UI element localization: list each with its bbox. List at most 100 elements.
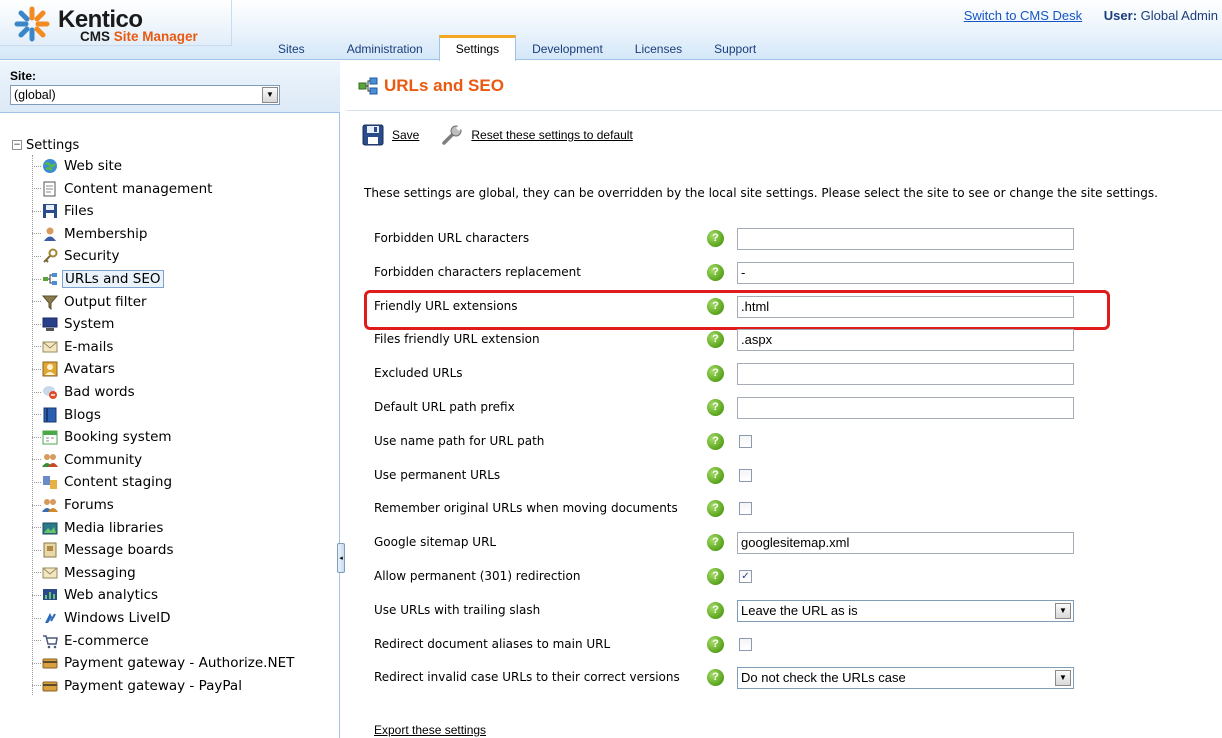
chevron-down-icon[interactable]: ▼ bbox=[262, 87, 278, 103]
setting-text-input[interactable] bbox=[737, 397, 1074, 419]
tree-item[interactable]: Windows LiveID bbox=[32, 607, 173, 629]
logo-subtitle: CMS Site Manager bbox=[80, 29, 198, 44]
help-icon[interactable]: ? bbox=[707, 534, 724, 552]
help-icon[interactable]: ? bbox=[707, 432, 724, 450]
tree-item-label: Message boards bbox=[64, 542, 174, 559]
tree-connector bbox=[32, 685, 41, 687]
save-button[interactable]: Save bbox=[362, 124, 419, 146]
setting-select[interactable]: Leave the URL as is ▼ bbox=[737, 599, 1074, 622]
save-label: Save bbox=[392, 128, 420, 142]
settings-content: URLs and SEO Save Reset these settings t… bbox=[346, 61, 1222, 738]
setting-row: Redirect document aliases to main URL? bbox=[364, 631, 1204, 659]
site-selector-box: Site: (global) ▼ bbox=[0, 61, 340, 113]
reset-defaults-button[interactable]: Reset these settings to default bbox=[441, 124, 633, 146]
tab-settings[interactable]: Settings bbox=[438, 35, 517, 61]
funnel-icon bbox=[41, 294, 59, 310]
tree-item[interactable]: Security bbox=[32, 245, 121, 267]
help-icon[interactable]: ? bbox=[707, 365, 724, 383]
setting-select[interactable]: Do not check the URLs case ▼ bbox=[737, 667, 1074, 690]
tab-administration[interactable]: Administration bbox=[331, 38, 439, 60]
help-icon[interactable]: ? bbox=[707, 230, 724, 247]
site-select[interactable]: (global) ▼ bbox=[10, 85, 280, 105]
setting-label: Google sitemap URL bbox=[374, 535, 497, 550]
tree-item-label: Content staging bbox=[64, 474, 173, 491]
tree-item[interactable]: URLs and SEO bbox=[32, 268, 164, 290]
setting-checkbox[interactable] bbox=[739, 468, 752, 482]
tree-item-label: Media libraries bbox=[64, 519, 164, 536]
setting-text-input[interactable]: .aspx bbox=[737, 329, 1074, 352]
sitemap-icon bbox=[358, 77, 378, 95]
chevron-down-icon[interactable]: ▼ bbox=[1055, 670, 1071, 687]
help-icon[interactable]: ? bbox=[707, 568, 724, 585]
tree-item[interactable]: E-commerce bbox=[32, 630, 151, 652]
tree-item[interactable]: Bad words bbox=[32, 381, 137, 403]
setting-checkbox[interactable] bbox=[739, 502, 752, 516]
setting-label: Friendly URL extensions bbox=[374, 298, 518, 313]
settings-info-text: These settings are global, they can be o… bbox=[364, 186, 1158, 200]
setting-text-input[interactable] bbox=[737, 363, 1074, 386]
tree-item-label: Web analytics bbox=[64, 587, 159, 604]
setting-checkbox[interactable] bbox=[739, 637, 752, 651]
tree-item[interactable]: Message boards bbox=[32, 539, 175, 561]
setting-text-input[interactable] bbox=[737, 228, 1074, 250]
tree-item[interactable]: Web site bbox=[32, 155, 124, 177]
export-settings-link[interactable]: Export these settings bbox=[374, 723, 486, 737]
help-icon[interactable]: ? bbox=[707, 297, 724, 315]
tree-item[interactable]: Content staging bbox=[32, 471, 174, 493]
tree-item-label: E-mails bbox=[64, 338, 114, 355]
help-icon[interactable]: ? bbox=[707, 635, 724, 653]
tree-item[interactable]: Avatars bbox=[32, 358, 117, 380]
tree-item[interactable]: Membership bbox=[32, 223, 149, 245]
tree-item[interactable]: Content management bbox=[32, 178, 214, 200]
help-icon[interactable]: ? bbox=[707, 669, 724, 687]
tab-sites[interactable]: Sites bbox=[262, 38, 321, 60]
tree-root-settings[interactable]: − Settings bbox=[12, 135, 212, 155]
help-icon[interactable]: ? bbox=[707, 466, 724, 484]
tree-item[interactable]: Blogs bbox=[32, 404, 103, 426]
tree-item[interactable]: Output filter bbox=[32, 291, 149, 313]
page-title-bar: URLs and SEO bbox=[346, 61, 1222, 111]
tree-item[interactable]: Media libraries bbox=[32, 517, 165, 539]
payment-icon bbox=[42, 678, 58, 694]
help-icon[interactable]: ? bbox=[707, 263, 724, 281]
setting-text-input[interactable]: googlesitemap.xml bbox=[737, 532, 1074, 555]
tree-item-label: Security bbox=[64, 248, 120, 265]
tree-item[interactable]: Payment gateway - Authorize.NET bbox=[32, 652, 296, 674]
page-title: URLs and SEO bbox=[384, 76, 504, 95]
help-icon[interactable]: ? bbox=[707, 500, 724, 518]
tree-item[interactable]: Community bbox=[32, 449, 144, 471]
setting-label: Use name path for URL path bbox=[374, 433, 545, 448]
setting-text-input[interactable]: .html bbox=[737, 295, 1074, 318]
tree-item[interactable]: Payment gateway - PayPal bbox=[32, 675, 244, 697]
setting-label: Files friendly URL extension bbox=[374, 332, 540, 347]
setting-checkbox[interactable]: ✓ bbox=[739, 570, 752, 583]
user-name: Global Admin bbox=[1140, 8, 1218, 23]
help-icon[interactable]: ? bbox=[707, 601, 724, 619]
bad-words-icon bbox=[42, 384, 58, 400]
envelope-icon bbox=[42, 339, 58, 355]
tree-item[interactable]: System bbox=[32, 313, 116, 335]
collapse-panel-handle[interactable]: ◂ bbox=[337, 543, 345, 573]
tree-item[interactable]: E-mails bbox=[32, 336, 115, 358]
tree-item[interactable]: Forums bbox=[32, 494, 116, 516]
setting-label: Forbidden URL characters bbox=[374, 231, 530, 245]
tree-item[interactable]: Files bbox=[32, 200, 96, 222]
chevron-down-icon[interactable]: ▼ bbox=[1055, 602, 1071, 619]
tree-item[interactable]: Booking system bbox=[32, 426, 174, 448]
tree-connector bbox=[32, 527, 41, 529]
setting-checkbox[interactable] bbox=[739, 434, 752, 448]
tree-item[interactable]: Web analytics bbox=[32, 584, 160, 606]
setting-label: Use URLs with trailing slash bbox=[374, 602, 541, 617]
collapse-toggle-icon[interactable]: − bbox=[12, 140, 22, 150]
logo[interactable]: Kentico CMS Site Manager bbox=[0, 0, 232, 46]
tab-development[interactable]: Development bbox=[516, 38, 619, 60]
tree-item[interactable]: Messaging bbox=[32, 562, 138, 584]
help-icon[interactable]: ? bbox=[707, 331, 724, 349]
tab-licenses[interactable]: Licenses bbox=[619, 38, 698, 60]
setting-row: Google sitemap URL? googlesitemap.xml bbox=[364, 529, 1204, 557]
tab-support[interactable]: Support bbox=[698, 38, 772, 60]
setting-text-input[interactable]: - bbox=[737, 261, 1074, 284]
help-icon[interactable]: ? bbox=[707, 399, 724, 416]
switch-to-cms-desk-link[interactable]: Switch to CMS Desk bbox=[964, 8, 1082, 23]
setting-label: Excluded URLs bbox=[374, 366, 463, 381]
